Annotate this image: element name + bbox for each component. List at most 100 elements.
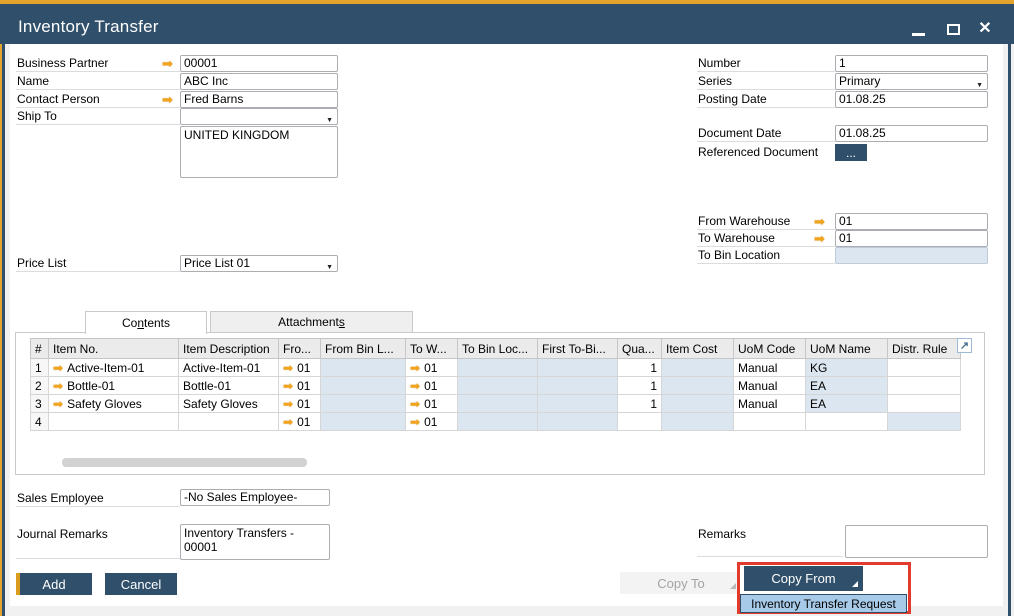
referenced-document-button[interactable]: ... [835, 144, 867, 161]
maximize-button[interactable] [940, 18, 966, 40]
uom-code-cell[interactable] [734, 413, 806, 431]
add-button[interactable]: Add [16, 573, 92, 595]
number-label: Number [697, 56, 835, 72]
col-header-uom-code[interactable]: UoM Code [734, 339, 806, 359]
link-arrow-icon[interactable]: ➡ [410, 379, 420, 393]
to-bin-location-field [835, 247, 988, 264]
col-header-distr-rule[interactable]: Distr. Rule [888, 339, 961, 359]
col-header-to-bin[interactable]: To Bin Loc... [458, 339, 538, 359]
link-arrow-icon[interactable]: ➡ [814, 232, 825, 245]
inventory-transfer-window: Inventory Transfer ✕ Business Partner ➡ … [0, 0, 1014, 616]
referenced-document-label: Referenced Document [697, 145, 835, 161]
quantity-cell[interactable]: 1 [618, 377, 662, 395]
ship-to-address-box[interactable]: UNITED KINGDOM [180, 126, 338, 178]
col-header-first-to-bin[interactable]: First To-Bi... [538, 339, 618, 359]
remarks-field[interactable] [845, 525, 988, 558]
minimize-button[interactable] [905, 18, 931, 40]
item-desc-cell[interactable]: Active-Item-01 [179, 359, 279, 377]
link-arrow-icon[interactable]: ➡ [53, 361, 63, 375]
menu-item-inventory-transfer-request[interactable]: Inventory Transfer Request [740, 594, 907, 613]
price-list-dropdown[interactable]: Price List 01▼ [180, 255, 338, 272]
link-arrow-icon[interactable]: ➡ [283, 379, 293, 393]
link-arrow-icon[interactable]: ➡ [53, 379, 63, 393]
close-button[interactable]: ✕ [972, 18, 998, 40]
item-no-cell[interactable]: ➡Active-Item-01 [49, 359, 179, 377]
table-row: 1 ➡Active-Item-01 Active-Item-01 ➡01 ➡01… [31, 359, 961, 377]
title-bar: Inventory Transfer ✕ [0, 4, 1014, 44]
col-header-to-warehouse[interactable]: To W... [406, 339, 458, 359]
sales-employee-label: Sales Employee [16, 491, 180, 507]
from-wh-cell[interactable]: ➡01 [279, 377, 321, 395]
link-arrow-icon[interactable]: ➡ [162, 93, 173, 106]
col-header-uom-name[interactable]: UoM Name [806, 339, 888, 359]
to-wh-cell[interactable]: ➡01 [406, 377, 458, 395]
window-left-border [2, 44, 5, 616]
table-row: 4 ➡01 ➡01 [31, 413, 961, 431]
col-header-from-bin[interactable]: From Bin L... [321, 339, 406, 359]
uom-code-cell[interactable]: Manual [734, 395, 806, 413]
uom-name-cell: EA [806, 395, 888, 413]
number-field[interactable]: 1 [835, 55, 988, 72]
link-arrow-icon[interactable]: ➡ [162, 57, 173, 70]
uom-name-cell[interactable] [806, 413, 888, 431]
item-no-cell[interactable]: ➡Safety Gloves [49, 395, 179, 413]
table-row: 2 ➡Bottle-01 Bottle-01 ➡01 ➡01 1 Manual … [31, 377, 961, 395]
link-arrow-icon[interactable]: ➡ [814, 215, 825, 228]
link-arrow-icon[interactable]: ➡ [283, 415, 293, 429]
item-no-cell[interactable]: ➡Bottle-01 [49, 377, 179, 395]
copy-from-button[interactable]: Copy From [744, 566, 863, 591]
item-desc-cell[interactable] [179, 413, 279, 431]
col-header-row-number[interactable]: # [31, 339, 49, 359]
item-no-cell[interactable] [49, 413, 179, 431]
uom-code-cell[interactable]: Manual [734, 377, 806, 395]
to-wh-cell[interactable]: ➡01 [406, 395, 458, 413]
window-title: Inventory Transfer [18, 17, 159, 37]
item-desc-cell[interactable]: Safety Gloves [179, 395, 279, 413]
col-header-quantity[interactable]: Qua... [618, 339, 662, 359]
to-warehouse-field[interactable]: 01 [835, 230, 988, 247]
minimize-icon [912, 33, 925, 36]
horizontal-scrollbar[interactable] [62, 458, 307, 467]
document-date-field[interactable]: 01.08.25 [835, 125, 988, 142]
posting-date-field[interactable]: 01.08.25 [835, 91, 988, 108]
expand-grid-icon[interactable]: ↗ [957, 338, 972, 353]
col-header-item-no[interactable]: Item No. [49, 339, 179, 359]
col-header-item-description[interactable]: Item Description [179, 339, 279, 359]
quantity-cell[interactable] [618, 413, 662, 431]
from-wh-cell[interactable]: ➡01 [279, 359, 321, 377]
link-arrow-icon[interactable]: ➡ [410, 397, 420, 411]
sales-employee-field[interactable]: -No Sales Employee- [180, 489, 330, 506]
link-arrow-icon[interactable]: ➡ [410, 415, 420, 429]
posting-date-label: Posting Date [697, 92, 835, 108]
business-partner-field[interactable]: 00001 [180, 55, 338, 72]
link-arrow-icon[interactable]: ➡ [410, 361, 420, 375]
from-warehouse-field[interactable]: 01 [835, 213, 988, 230]
series-dropdown[interactable]: Primary▼ [835, 73, 988, 90]
uom-code-cell[interactable]: Manual [734, 359, 806, 377]
copy-to-button: Copy To [620, 572, 742, 594]
contact-person-field[interactable]: Fred Barns [180, 91, 338, 108]
document-date-label: Document Date [697, 126, 835, 142]
journal-remarks-field[interactable]: Inventory Transfers - 00001 [180, 524, 330, 560]
to-wh-cell[interactable]: ➡01 [406, 413, 458, 431]
col-header-item-cost[interactable]: Item Cost [662, 339, 734, 359]
quantity-cell[interactable]: 1 [618, 359, 662, 377]
close-icon: ✕ [978, 21, 991, 37]
to-bin-location-label: To Bin Location [697, 248, 835, 264]
link-arrow-icon[interactable]: ➡ [283, 361, 293, 375]
name-label: Name [16, 74, 180, 90]
from-wh-cell[interactable]: ➡01 [279, 413, 321, 431]
from-wh-cell[interactable]: ➡01 [279, 395, 321, 413]
tab-contents[interactable]: Contents [85, 311, 207, 334]
name-field[interactable]: ABC Inc [180, 73, 338, 90]
cancel-button[interactable]: Cancel [105, 573, 177, 595]
ship-to-dropdown[interactable]: ▼ [180, 108, 338, 125]
contact-person-label: Contact Person [16, 92, 180, 108]
link-arrow-icon[interactable]: ➡ [53, 397, 63, 411]
tab-attachments[interactable]: Attachments [210, 311, 413, 333]
col-header-from-warehouse[interactable]: Fro... [279, 339, 321, 359]
item-desc-cell[interactable]: Bottle-01 [179, 377, 279, 395]
link-arrow-icon[interactable]: ➡ [283, 397, 293, 411]
to-wh-cell[interactable]: ➡01 [406, 359, 458, 377]
quantity-cell[interactable]: 1 [618, 395, 662, 413]
